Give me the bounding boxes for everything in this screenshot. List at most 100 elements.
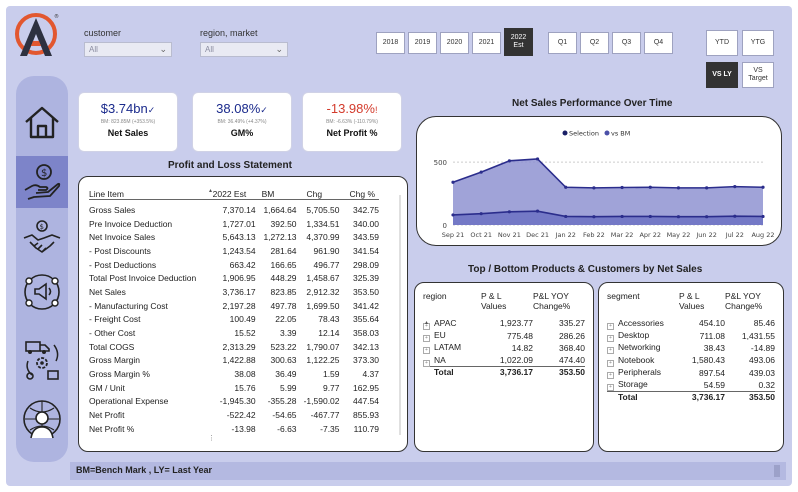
- expand-icon[interactable]: +: [423, 335, 430, 343]
- year-button-2021[interactable]: 2021: [472, 32, 501, 54]
- selection-point: [705, 186, 709, 190]
- dashboard: ® customer All ⌄ region, market All ⌄ 20…: [6, 6, 792, 486]
- expand-icon[interactable]: +: [607, 372, 614, 380]
- supply-chain-icon: [25, 341, 59, 380]
- table-row[interactable]: Gross Margin 1,422.88 300.63 1,122.25 373.30: [89, 354, 379, 368]
- label-cell: + Peripherals: [607, 367, 679, 380]
- table-row[interactable]: + NA 1,022.09 474.40: [423, 354, 585, 367]
- column-header[interactable]: region: [423, 291, 481, 311]
- nav-sales[interactable]: $: [16, 212, 68, 264]
- table-row[interactable]: + Networking 38.43 -14.89: [607, 342, 775, 355]
- table-row[interactable]: + APAC 1,923.77 335.27: [423, 317, 585, 330]
- column-header[interactable]: Line Item: [89, 185, 213, 203]
- table-row[interactable]: Total COGS 2,313.29 523.22 1,790.07 342.13: [89, 340, 379, 354]
- year-button-2020[interactable]: 2020: [440, 32, 469, 54]
- column-header[interactable]: P & L Values: [481, 291, 533, 311]
- ytg-button[interactable]: YTG: [742, 30, 774, 56]
- legend-label: Selection: [569, 130, 599, 138]
- quarter-button-q2[interactable]: Q2: [580, 32, 609, 54]
- column-header[interactable]: P&L YOY Change%: [533, 291, 585, 311]
- value-cell: 342.13: [353, 341, 379, 352]
- table-row[interactable]: + Storage 54.59 0.32: [607, 379, 775, 392]
- column-header[interactable]: 2022 Est: [213, 185, 256, 203]
- value-cell: 1,664.64: [263, 204, 297, 215]
- table-row[interactable]: Total Post Invoice Deduction 1,906.95 448.…: [89, 271, 379, 285]
- table-row[interactable]: + Desktop 711.08 1,431.55: [607, 329, 775, 343]
- expand-icon[interactable]: +: [423, 347, 430, 355]
- year-button-2022-est[interactable]: 2022 Est: [504, 28, 533, 56]
- table-row[interactable]: Gross Sales 7,370.14 1,664.64 5,705.50 342.7…: [89, 203, 379, 217]
- expand-icon[interactable]: +: [607, 359, 614, 367]
- table-row[interactable]: Net Invoice Sales 5,643.13 1,272.13 4,370.9…: [89, 230, 379, 244]
- expand-icon[interactable]: +: [607, 384, 614, 392]
- vs-ly-button[interactable]: VS LY: [706, 62, 738, 88]
- value-cell: 85.46: [753, 318, 775, 329]
- legend-marker: [562, 130, 568, 136]
- logo-icon: ®: [15, 13, 59, 56]
- ytd-button[interactable]: YTD: [706, 30, 738, 56]
- column-header[interactable]: P&L YOY Change%: [725, 291, 775, 311]
- table-row[interactable]: Pre Invoice Deduction 1,727.01 392.50 1,334…: [89, 217, 379, 231]
- kpi-card-net-profit[interactable]: -13.98%! BM: -6.63% (-110.79%) Net Profi…: [302, 92, 402, 152]
- kpi-card-net-sales[interactable]: $3.74bn✓ BM: 823.85M (+353.5%) Net Sales: [78, 92, 178, 152]
- expand-icon[interactable]: +: [607, 322, 614, 330]
- table-row[interactable]: - Post Discounts 1,243.54 281.64 961.90 341.…: [89, 244, 379, 258]
- table-row[interactable]: + LATAM 14.82 368.40: [423, 342, 585, 355]
- year-button-2018[interactable]: 2018: [376, 32, 405, 54]
- table-row[interactable]: + EU 775.48 286.26: [423, 329, 585, 343]
- expand-icon[interactable]: +: [607, 347, 614, 355]
- year-button-2019[interactable]: 2019: [408, 32, 437, 54]
- table-row[interactable]: Net Profit % -13.98 -6.63 -7.35 110.79: [89, 422, 379, 436]
- legend-marker: [604, 130, 610, 136]
- region-filter[interactable]: All ⌄: [200, 42, 288, 57]
- row-label: Accessories: [618, 317, 664, 328]
- selection-point: [507, 159, 511, 163]
- column-header[interactable]: Chg: [297, 185, 340, 203]
- kpi-card-gm[interactable]: 38.08%✓ BM: 36.49% (+4.37%) GM%: [192, 92, 292, 152]
- table-row[interactable]: Net Profit -522.42 -54.65 -467.77 855.93: [89, 408, 379, 422]
- value-cell: 3.39: [279, 328, 297, 339]
- column-header[interactable]: segment: [607, 291, 679, 311]
- footer-note: BM=Bench Mark , LY= Last Year: [70, 462, 786, 480]
- nav-marketing[interactable]: [16, 266, 68, 318]
- footer-scroll-handle[interactable]: [774, 465, 780, 477]
- header-divider: [89, 199, 379, 200]
- value-cell: 325.39: [353, 273, 379, 284]
- line-item-cell: Total COGS: [89, 341, 135, 352]
- table-row[interactable]: - Post Deductions 663.42 166.65 496.77 298.0…: [89, 258, 379, 272]
- kpi-value: $3.74bn✓: [100, 101, 156, 116]
- quarter-button-q3[interactable]: Q3: [612, 32, 641, 54]
- nav-executive[interactable]: [16, 394, 68, 446]
- value-cell: 15.52: [234, 328, 256, 339]
- column-header[interactable]: Chg %: [340, 185, 379, 203]
- customer-filter[interactable]: All ⌄: [84, 42, 172, 57]
- table-row[interactable]: - Freight Cost 100.49 22.05 78.43 355.64: [89, 313, 379, 327]
- line-item-cell: Net Invoice Sales: [89, 232, 156, 243]
- table-row[interactable]: GM / Unit 15.76 5.99 9.77 162.95: [89, 381, 379, 395]
- table-row[interactable]: + Peripherals 897.54 439.03: [607, 367, 775, 380]
- expand-icon[interactable]: +: [423, 359, 430, 367]
- column-header[interactable]: BM: [256, 185, 297, 203]
- column-header[interactable]: P & L Values: [679, 291, 725, 311]
- table-row[interactable]: Operational Expense -1,945.30 -355.28 -1,59…: [89, 395, 379, 409]
- chevron-down-icon: ⌄: [159, 44, 167, 54]
- label-cell: + Desktop: [607, 329, 679, 343]
- vs-target-button[interactable]: VS Target: [742, 62, 774, 88]
- x-tick-label: Mar 22: [611, 231, 634, 239]
- nav-home[interactable]: [16, 96, 68, 148]
- table-row[interactable]: - Manufacturing Cost 2,197.28 497.78 1,699.…: [89, 299, 379, 313]
- table-row[interactable]: Gross Margin % 38.08 36.49 1.59 4.37: [89, 367, 379, 381]
- expand-icon[interactable]: +: [607, 335, 614, 343]
- quarter-button-q1[interactable]: Q1: [548, 32, 577, 54]
- table-row[interactable]: + Accessories 454.10 85.46: [607, 317, 775, 330]
- table-row[interactable]: + Notebook 1,580.43 493.06: [607, 354, 775, 367]
- nav-finance[interactable]: $: [16, 156, 68, 208]
- value-cell: 7,370.14: [222, 204, 256, 215]
- table-row[interactable]: - Other Cost 15.52 3.39 12.14 358.03: [89, 326, 379, 340]
- nav-supply-chain[interactable]: [16, 334, 68, 386]
- marketing-icon: [24, 274, 60, 310]
- table-row[interactable]: Net Sales 3,736.17 823.85 2,912.32 353.50: [89, 285, 379, 299]
- scrollbar[interactable]: [399, 195, 401, 435]
- net-sales-area-chart[interactable]: 0 500 Sep 21 Oct 21 Nov 21 Dec 21 Jan 22 Feb 22…: [417, 117, 782, 246]
- quarter-button-q4[interactable]: Q4: [644, 32, 673, 54]
